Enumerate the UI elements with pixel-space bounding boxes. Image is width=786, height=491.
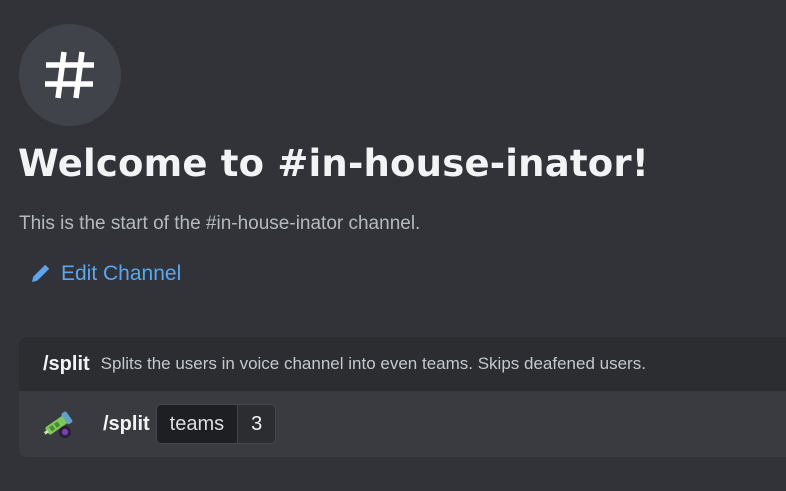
command-name: /split bbox=[43, 352, 90, 375]
command-suggestion-card: /split Splits the users in voice channel… bbox=[19, 337, 786, 457]
option-name: teams bbox=[156, 405, 238, 443]
pencil-icon bbox=[32, 264, 50, 282]
option-value[interactable]: 3 bbox=[237, 405, 276, 443]
bot-avatar-icon bbox=[43, 411, 73, 438]
channel-icon bbox=[19, 24, 121, 126]
command-input-row[interactable]: /split teams 3 bbox=[19, 391, 786, 457]
typed-command: /split bbox=[103, 412, 150, 435]
command-header[interactable]: /split Splits the users in voice channel… bbox=[19, 337, 786, 391]
edit-channel-link[interactable]: Edit Channel bbox=[30, 262, 181, 286]
option-pill[interactable]: teams 3 bbox=[155, 404, 277, 444]
welcome-title: Welcome to #in-house-inator! bbox=[18, 142, 649, 185]
command-description: Splits the users in voice channel into e… bbox=[100, 354, 646, 373]
welcome-subtitle: This is the start of the #in-house-inato… bbox=[19, 213, 421, 234]
hashtag-icon bbox=[45, 51, 94, 99]
edit-channel-label: Edit Channel bbox=[61, 262, 182, 285]
